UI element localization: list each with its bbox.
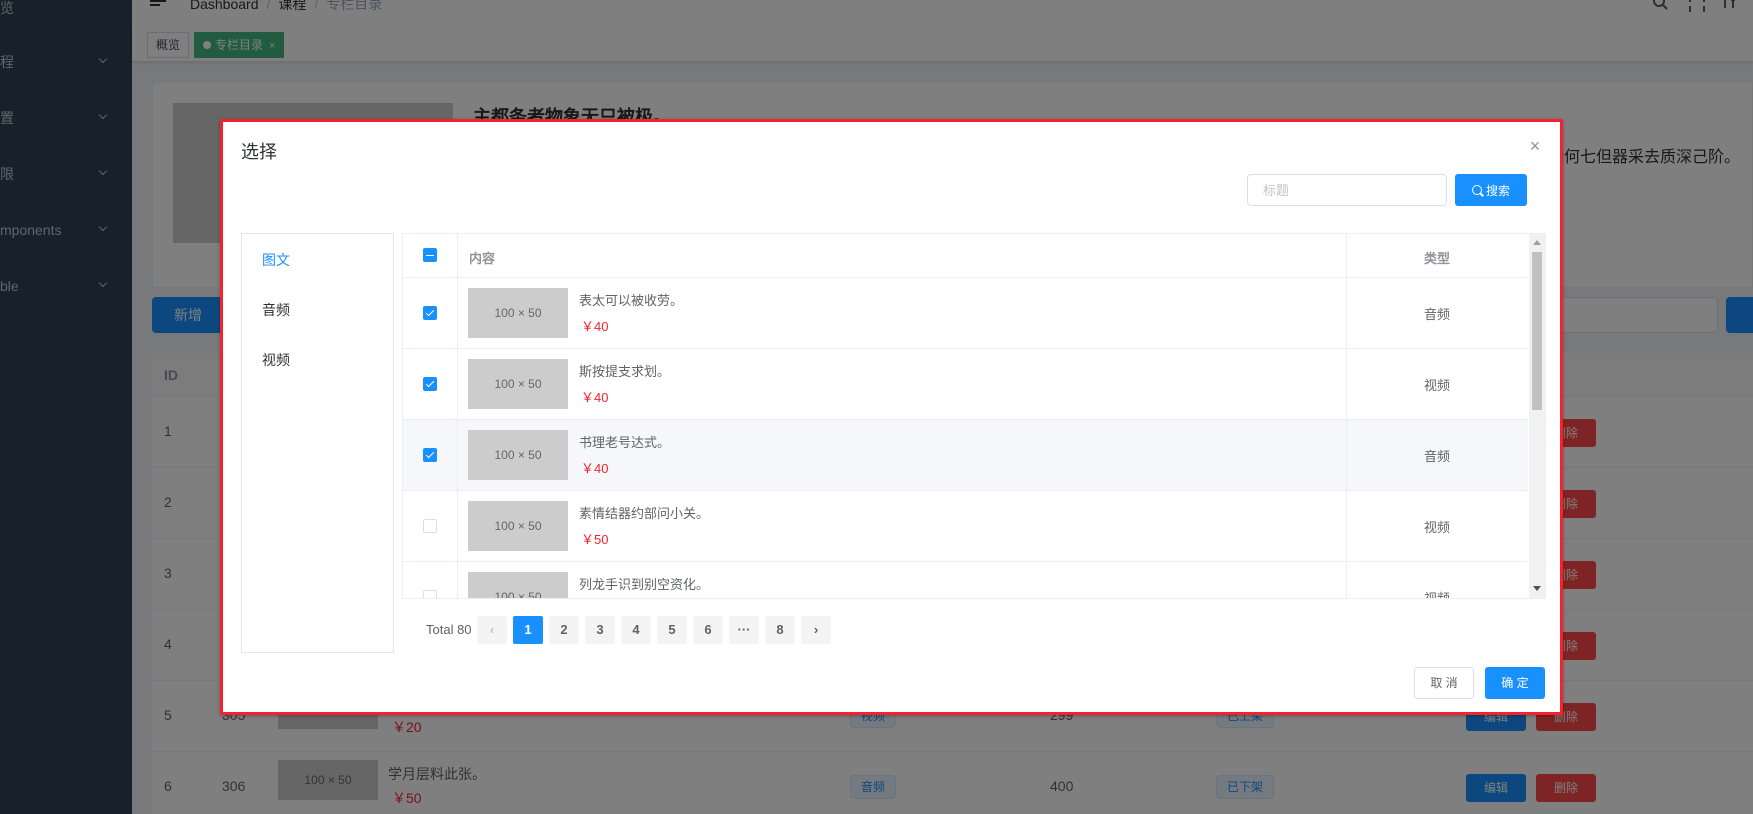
row-thumbnail: 100 × 50 — [468, 430, 568, 480]
header-content: 内容 — [469, 251, 496, 266]
category-item-video[interactable]: 视频 — [262, 350, 290, 370]
search-button-label: 搜索 — [1485, 183, 1510, 198]
page-6-button[interactable]: 6 — [693, 616, 723, 644]
table-header: 内容 类型 — [403, 234, 1528, 278]
category-item-graphic[interactable]: 图文 — [262, 250, 290, 270]
table-row[interactable]: 100 × 50 表太可以被收劳。 ￥40 音频 — [403, 278, 1528, 349]
table-row[interactable]: 100 × 50 书理老号达式。 ￥40 音频 — [403, 420, 1528, 491]
scroll-thumb[interactable] — [1532, 252, 1542, 410]
row-type: 视频 — [1423, 591, 1450, 599]
row-type: 音频 — [1423, 307, 1450, 322]
table-row[interactable]: 100 × 50 斯按提支求划。 ￥40 视频 — [403, 349, 1528, 420]
table-scrollbar[interactable] — [1529, 234, 1545, 598]
column-divider — [457, 562, 458, 598]
row-title: 素情结器约部问小关。 — [579, 506, 710, 521]
row-title: 列龙手识到别空资化。 — [579, 577, 710, 592]
page-2-button[interactable]: 2 — [549, 616, 579, 644]
confirm-button[interactable]: 确 定 — [1485, 667, 1545, 699]
header-type: 类型 — [1423, 251, 1450, 266]
scroll-up-arrow-icon[interactable] — [1533, 240, 1541, 245]
column-divider — [457, 278, 458, 348]
row-price: ￥40 — [581, 319, 609, 334]
table-row[interactable]: 100 × 50 素情结器约部问小关。 ￥50 视频 — [403, 491, 1528, 562]
content-table: 内容 类型 100 × 50 表太可以被收劳。 ￥40 音频 100 × 50 … — [402, 233, 1546, 599]
column-divider — [457, 349, 458, 419]
row-checkbox[interactable] — [423, 306, 437, 320]
category-menu: 图文 音频 视频 — [241, 233, 394, 653]
row-checkbox[interactable] — [423, 590, 437, 598]
page-4-button[interactable]: 4 — [621, 616, 651, 644]
row-type: 视频 — [1423, 520, 1450, 535]
row-title: 书理老号达式。 — [579, 435, 671, 450]
row-price: ￥40 — [581, 461, 609, 476]
column-divider — [457, 491, 458, 561]
row-thumbnail: 100 × 50 — [468, 501, 568, 551]
row-thumbnail: 100 × 50 — [468, 288, 568, 338]
column-divider — [457, 234, 458, 277]
row-price: ￥50 — [581, 532, 609, 547]
row-checkbox[interactable] — [423, 448, 437, 462]
page-3-button[interactable]: 3 — [585, 616, 615, 644]
cancel-button[interactable]: 取 消 — [1414, 667, 1474, 699]
pagination-total: Total 80 — [426, 622, 472, 637]
page-8-button[interactable]: 8 — [765, 616, 795, 644]
page-1-button[interactable]: 1 — [513, 616, 543, 644]
scroll-down-arrow-icon[interactable] — [1533, 586, 1541, 591]
search-icon — [1471, 185, 1482, 195]
row-checkbox[interactable] — [423, 519, 437, 533]
row-title: 表太可以被收劳。 — [579, 293, 684, 308]
row-price: ￥40 — [581, 390, 609, 405]
close-icon[interactable]: × — [1527, 137, 1543, 155]
page-5-button[interactable]: 5 — [657, 616, 687, 644]
row-thumbnail: 100 × 50 — [468, 359, 568, 409]
category-item-audio[interactable]: 音频 — [262, 300, 290, 320]
row-type: 视频 — [1423, 378, 1450, 393]
next-page-button[interactable]: › — [801, 616, 831, 644]
row-thumbnail: 100 × 50 — [468, 572, 568, 598]
search-button[interactable]: 搜索 — [1455, 174, 1527, 206]
prev-page-button[interactable]: ‹ — [477, 616, 507, 644]
table-row[interactable]: 100 × 50 列龙手识到别空资化。 视频 — [403, 562, 1528, 599]
row-type: 音频 — [1423, 449, 1450, 464]
select-all-checkbox[interactable] — [423, 248, 437, 262]
select-dialog: 选择 × 搜索 图文 音频 视频 内容 类型 100 × 50 表太可以被收劳。… — [220, 119, 1563, 715]
more-pages-button[interactable]: ··· — [729, 616, 759, 644]
row-checkbox[interactable] — [423, 377, 437, 391]
row-title: 斯按提支求划。 — [579, 364, 671, 379]
column-divider — [457, 420, 458, 490]
title-search-input[interactable] — [1247, 174, 1447, 206]
dialog-title: 选择 — [241, 142, 277, 162]
